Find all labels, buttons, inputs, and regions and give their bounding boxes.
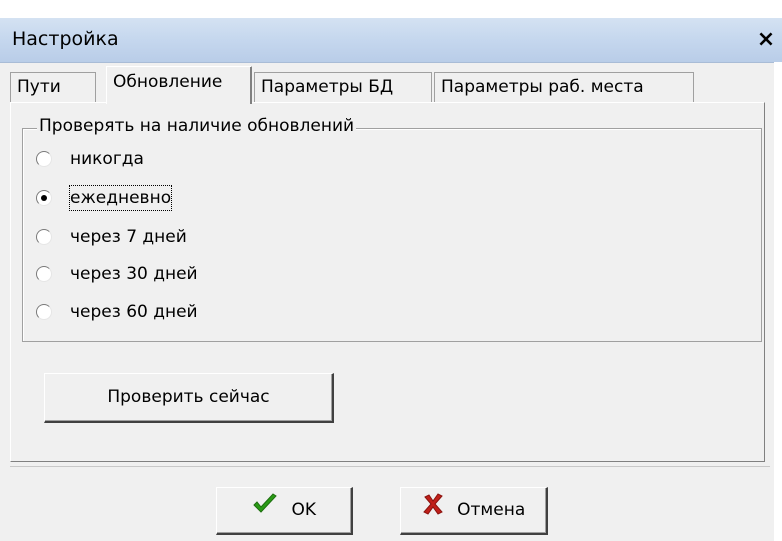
- top-strip: [0, 0, 782, 18]
- radio-7-days-button[interactable]: [36, 229, 52, 245]
- settings-dialog: Настройка × Пути Обновление Параметры БД…: [0, 0, 782, 541]
- check-icon: [252, 488, 278, 532]
- tab-workstation-params[interactable]: Параметры раб. места: [434, 72, 694, 102]
- tab-paths-label: Пути: [17, 77, 61, 97]
- ok-label: OK: [291, 500, 316, 520]
- window-edge: [774, 62, 782, 541]
- window-title: Настройка: [12, 28, 119, 50]
- tab-db-params[interactable]: Параметры БД: [254, 72, 432, 102]
- cancel-button[interactable]: Отмена: [400, 487, 548, 535]
- radio-7-days-label: через 7 дней: [70, 227, 187, 247]
- cross-icon: [422, 488, 444, 532]
- tab-update[interactable]: Обновление: [106, 66, 252, 104]
- radio-30-days-label: через 30 дней: [70, 264, 198, 284]
- check-now-label: Проверить сейчас: [107, 387, 270, 407]
- tab-workstation-params-label: Параметры раб. места: [441, 77, 644, 97]
- separator: [10, 466, 770, 467]
- radio-60-days-label: через 60 дней: [70, 302, 198, 322]
- tab-paths[interactable]: Пути: [10, 72, 96, 102]
- radio-never-button[interactable]: [36, 151, 52, 167]
- close-icon: ×: [756, 27, 776, 52]
- close-button[interactable]: ×: [754, 28, 778, 52]
- check-now-button[interactable]: Проверить сейчас: [44, 373, 334, 423]
- cancel-label: Отмена: [457, 500, 526, 520]
- tab-db-params-label: Параметры БД: [261, 77, 394, 97]
- ok-button[interactable]: OK: [216, 487, 353, 535]
- title-bar[interactable]: Настройка ×: [0, 18, 782, 63]
- radio-daily-button[interactable]: [36, 190, 52, 206]
- radio-never-label: никогда: [70, 149, 144, 169]
- radio-60-days-button[interactable]: [36, 304, 52, 320]
- radio-daily-label: ежедневно: [68, 185, 173, 211]
- tab-update-label: Обновление: [113, 72, 223, 92]
- radio-selected-dot: [41, 195, 47, 201]
- radio-30-days-button[interactable]: [36, 266, 52, 282]
- group-legend: Проверять на наличие обновлений: [37, 116, 357, 136]
